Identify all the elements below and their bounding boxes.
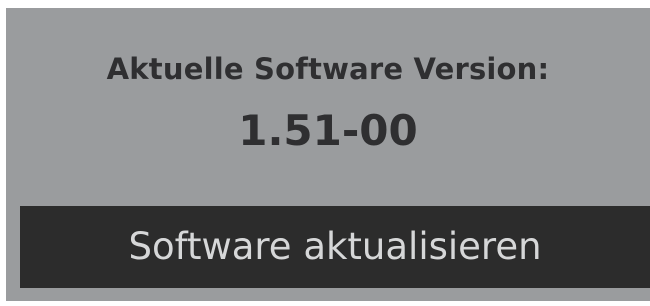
update-software-button[interactable]: Software aktualisieren [20, 206, 650, 288]
software-version-panel: Aktuelle Software Version: 1.51-00 Softw… [6, 8, 650, 301]
current-version-label: Aktuelle Software Version: [106, 52, 550, 86]
current-version-value: 1.51-00 [238, 106, 418, 155]
